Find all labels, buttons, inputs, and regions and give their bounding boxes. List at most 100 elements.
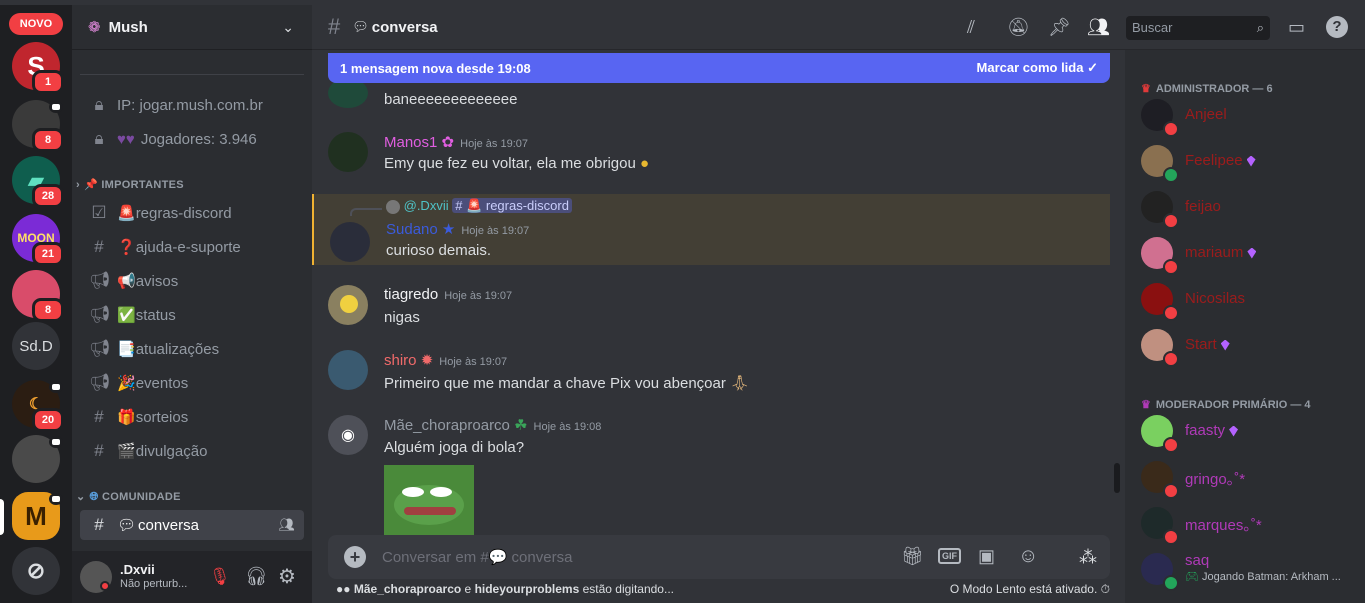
member-list-icon[interactable]: 👥︎ bbox=[1087, 17, 1110, 38]
lock-icon: 🔒︎ bbox=[94, 129, 104, 148]
avatar[interactable]: ◉ bbox=[328, 415, 368, 455]
new-messages-bar[interactable]: 1 mensagem nova desde 19:08 Marcar como … bbox=[328, 53, 1110, 83]
message-text: Alguém joga di bola? bbox=[384, 439, 525, 456]
message[interactable]: shiro ✹ Hoje às 19:07 Primeiro que me man… bbox=[312, 348, 1110, 400]
category-community[interactable]: ⌄ 🌐︎ COMUNIDADE bbox=[76, 490, 181, 504]
author-name: Sudano bbox=[386, 221, 438, 238]
channel-header: # 💬︎ conversa ⫽ 🔕︎ 📌︎ 👥︎ Buscar ⌕ ▭ ? bbox=[312, 5, 1365, 50]
member-item[interactable]: Feelipee bbox=[1141, 140, 1361, 183]
server-icon-2[interactable]: 8 bbox=[12, 100, 64, 152]
member-name-wrap: mariaum bbox=[1185, 244, 1257, 261]
settings-gear-icon[interactable]: ⚙ bbox=[278, 564, 296, 589]
message[interactable]: ◉ Mãe_choraproarco ☘ Hoje às 19:08 Alguém… bbox=[312, 413, 1110, 535]
member-list: ♛ ADMINISTRADOR — 6 Anjeel Feelipee feija… bbox=[1125, 50, 1365, 603]
message-icon bbox=[49, 101, 63, 113]
chevron-down-icon[interactable]: ⌄ bbox=[282, 19, 294, 36]
message-author[interactable]: tiagredo Hoje às 19:07 bbox=[384, 286, 512, 303]
message[interactable]: Manos1 ✿ Hoje às 19:07 Emy que fez eu vol… bbox=[312, 130, 1110, 182]
avatar[interactable] bbox=[328, 132, 368, 172]
member-name: mariaum bbox=[1185, 244, 1244, 261]
channel-divulgacao[interactable]: # 🎬 divulgação bbox=[80, 436, 304, 466]
server-icon-mush[interactable]: M bbox=[12, 492, 63, 540]
channel-atualizacoes[interactable]: 📢︎ 📑 atualizações bbox=[80, 334, 304, 364]
server-icon-1[interactable]: S1 bbox=[12, 42, 64, 94]
channel-status[interactable]: 📢︎ ✅ status bbox=[80, 300, 304, 330]
avatar[interactable] bbox=[328, 350, 368, 390]
pin-icon[interactable]: 📌︎ bbox=[1048, 17, 1071, 38]
clover-icon: ☘ bbox=[514, 417, 528, 434]
member-item[interactable]: feijao bbox=[1141, 186, 1361, 229]
message-author[interactable]: shiro ✹ Hoje às 19:07 bbox=[384, 351, 507, 369]
add-member-icon[interactable]: 👥︎ bbox=[278, 517, 295, 533]
nitro-gem-icon bbox=[1229, 425, 1239, 437]
message[interactable]: baneeeeeeeeeeeee bbox=[312, 78, 1110, 113]
inbox-icon[interactable]: ▭ bbox=[1288, 17, 1305, 38]
reply-reference[interactable]: @.Dxvii # 🚨 regras-discord bbox=[386, 198, 572, 214]
pepe-sticker-image[interactable] bbox=[384, 465, 474, 535]
message-author[interactable]: Manos1 ✿ Hoje às 19:07 bbox=[384, 133, 528, 151]
reply-spine bbox=[350, 208, 382, 216]
channel-label: eventos bbox=[135, 374, 189, 392]
add-attachment-icon[interactable]: + bbox=[344, 546, 366, 568]
channel-ajuda-e-suporte[interactable]: # ❓ ajuda-e-suporte bbox=[80, 232, 304, 262]
search-icon: ⌕ bbox=[1256, 20, 1264, 35]
typing-user-1: Mãe_choraproarco bbox=[353, 582, 462, 596]
mark-as-read-button[interactable]: Marcar como lida ✓ bbox=[977, 60, 1098, 76]
member-item[interactable]: Nicosilas bbox=[1141, 278, 1361, 321]
emoji-icon[interactable]: ☺ bbox=[1018, 545, 1038, 568]
member-item[interactable]: faasty bbox=[1141, 410, 1361, 453]
ip-info[interactable]: 🔒︎ IP: jogar.mush.com.br bbox=[80, 90, 304, 120]
gif-button[interactable]: GIF bbox=[938, 548, 961, 564]
threads-icon[interactable]: ⫽ bbox=[967, 17, 975, 38]
server-icon-5[interactable]: 8 bbox=[12, 270, 64, 322]
message-composer[interactable]: + Conversar em #💬 conversa 🎁︎ GIF ▣ ☺ bbox=[328, 535, 1110, 579]
server-icon-8[interactable] bbox=[12, 435, 63, 483]
gift-icon[interactable]: 🎁︎ bbox=[901, 546, 924, 567]
nitro-gem-icon bbox=[1246, 155, 1256, 167]
channel-emoji: 📑 bbox=[117, 341, 136, 358]
avatar[interactable] bbox=[80, 561, 112, 593]
member-item[interactable]: gringo｡˚* bbox=[1141, 456, 1361, 499]
server-icon-7[interactable]: ☾ 20 bbox=[12, 380, 64, 432]
category-important[interactable]: › 📌 IMPORTANTES bbox=[76, 178, 184, 191]
message-author[interactable]: Mãe_choraproarco ☘ Hoje às 19:08 bbox=[384, 416, 601, 434]
member-item[interactable]: Start bbox=[1141, 324, 1361, 367]
mute-icon[interactable]: 🎙︎ bbox=[209, 567, 231, 587]
notifications-muted-icon[interactable]: 🔕︎ bbox=[1007, 17, 1030, 38]
user-info[interactable]: .Dxvii Não perturb... bbox=[120, 563, 187, 591]
channel-regras-discord[interactable]: ☑ 🚨 regras-discord bbox=[80, 198, 304, 228]
member-item[interactable]: mariaum bbox=[1141, 232, 1361, 275]
help-icon[interactable]: ? bbox=[1326, 16, 1348, 38]
channel-sorteios[interactable]: # 🎁 sorteios bbox=[80, 402, 304, 432]
highlighted-message[interactable]: @.Dxvii # 🚨 regras-discord Sudano ★ Hoje … bbox=[312, 194, 1110, 265]
players-info[interactable]: 🔒︎ ♥♥ Jogadores: 3.946 bbox=[80, 124, 304, 154]
channel-eventos[interactable]: 📢︎ 🎉 eventos bbox=[80, 368, 304, 398]
channel-emoji: 🎬 bbox=[117, 443, 136, 460]
compass-icon: ⊘ bbox=[26, 558, 46, 583]
server-icon-3[interactable]: ▰ 28 bbox=[12, 156, 64, 208]
channel-conversa[interactable]: # 💬︎ conversa 👥︎ bbox=[80, 510, 304, 540]
server-icon-4[interactable]: MOON 21 bbox=[12, 214, 64, 266]
channel-mention[interactable]: # 🚨 regras-discord bbox=[452, 198, 572, 213]
headphones-icon[interactable]: 🎧︎ bbox=[245, 566, 268, 587]
avatar[interactable] bbox=[330, 222, 370, 262]
avatar[interactable] bbox=[328, 285, 368, 325]
megaphone-icon: 📢︎ bbox=[89, 271, 111, 290]
member-item[interactable]: Anjeel bbox=[1141, 94, 1361, 137]
member-item[interactable]: marques｡˚* bbox=[1141, 502, 1361, 545]
mark-read-icon: ✓ bbox=[1087, 60, 1098, 75]
scrollbar-thumb[interactable] bbox=[1114, 463, 1120, 493]
apps-button[interactable]: ⁂ bbox=[1066, 535, 1110, 579]
server-header[interactable]: ❁ Mush ⌄ bbox=[72, 5, 312, 50]
message-author[interactable]: Sudano ★ Hoje às 19:07 bbox=[386, 220, 529, 238]
channel-avisos[interactable]: 📢︎ 📢 avisos bbox=[80, 266, 304, 296]
message-body: Emy que fez eu voltar, ela me obrigou ● bbox=[384, 155, 649, 172]
search-box[interactable]: Buscar ⌕ bbox=[1126, 16, 1270, 40]
message-icon bbox=[49, 436, 63, 448]
server-icon-6[interactable]: Sd.D bbox=[12, 322, 60, 370]
member-item[interactable]: saq 🎮︎ Jogando Batman: Arkham ... bbox=[1141, 548, 1361, 591]
sticker-icon[interactable]: ▣ bbox=[978, 546, 995, 567]
message[interactable]: tiagredo Hoje às 19:07 nigas bbox=[312, 283, 1110, 335]
explore-servers-button[interactable]: ⊘ bbox=[12, 547, 60, 595]
mention-badge: 20 bbox=[32, 408, 64, 432]
